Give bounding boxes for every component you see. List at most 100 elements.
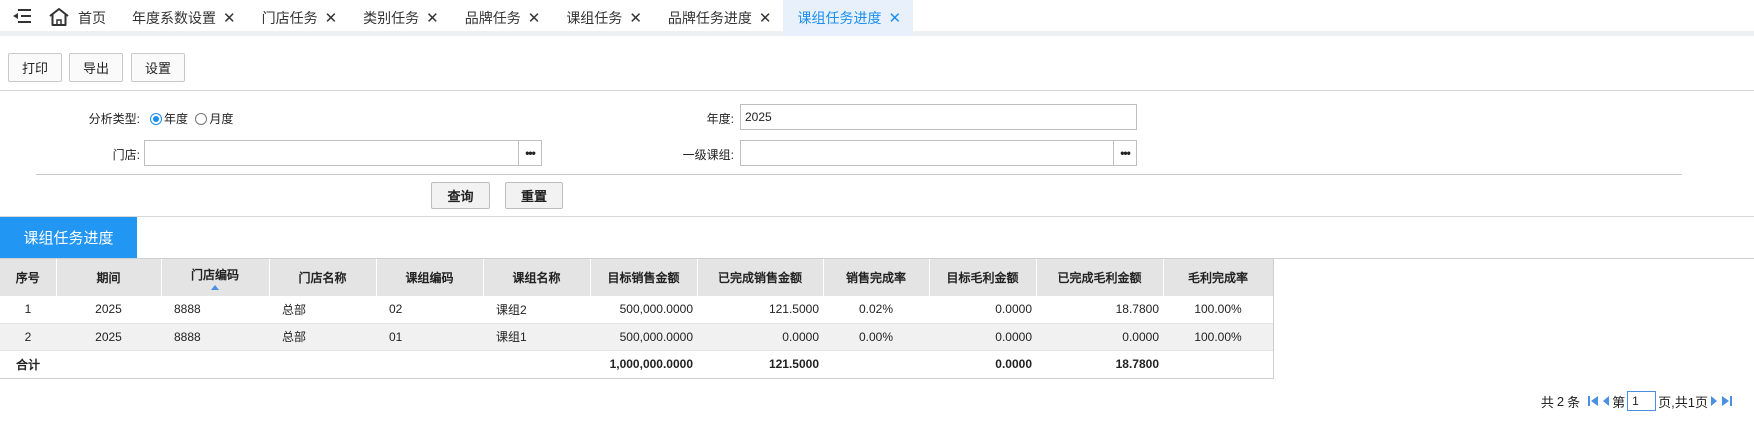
- column-header[interactable]: 已完成毛利金额: [1036, 259, 1164, 296]
- toolbar: 打印 导出 设置: [0, 41, 1754, 91]
- tab-bar: 首页 年度系数设置 ✕ 门店任务 ✕ 类别任务 ✕ 品牌任务 ✕ 课组任务 ✕ 品牌任务进…: [0, 0, 1754, 36]
- table-total-row: 合计 1,000,000.0000 121.5000 0.0000 18.780…: [0, 350, 1273, 379]
- tab-category-task[interactable]: 类别任务 ✕: [349, 0, 451, 36]
- year-field[interactable]: 2025: [740, 104, 1137, 130]
- cell-done-profit: 18.7800: [1036, 296, 1163, 324]
- cell-period: 2025: [56, 323, 161, 351]
- tab-group-task[interactable]: 课组任务 ✕: [552, 0, 654, 36]
- column-header[interactable]: 目标销售金额: [590, 259, 698, 296]
- reset-button[interactable]: 重置: [505, 182, 563, 209]
- cell-target-sales: 500,000.0000: [590, 296, 697, 324]
- cell-group-code: 01: [376, 323, 483, 351]
- column-header[interactable]: 期间: [56, 259, 162, 296]
- grid-right-border: [1273, 259, 1274, 379]
- column-header[interactable]: 已完成销售金额: [697, 259, 824, 296]
- radio-month[interactable]: [195, 113, 208, 125]
- table-header-row: 序号 期间 门店编码 门店名称 课组编码 课组名称 目标销售金额 已完成销售金额…: [0, 259, 1274, 296]
- column-header-sorted[interactable]: 门店编码: [161, 259, 270, 296]
- pagination: 共 2 条 第 1 页,共1页: [1541, 390, 1734, 412]
- group-picker-button[interactable]: •••: [1113, 140, 1137, 166]
- settings-button[interactable]: 设置: [131, 53, 185, 82]
- page-number-input[interactable]: 1: [1627, 391, 1657, 411]
- cell-store-code: 8888: [161, 296, 269, 324]
- sort-ascending-icon: [211, 284, 219, 290]
- close-icon[interactable]: ✕: [888, 9, 901, 27]
- store-picker-button[interactable]: •••: [518, 140, 542, 166]
- close-icon[interactable]: ✕: [426, 9, 439, 27]
- cell-period: 2025: [56, 296, 161, 324]
- cell-index: 2: [0, 323, 56, 351]
- next-page-icon[interactable]: [1709, 395, 1719, 407]
- column-header[interactable]: 目标毛利金额: [929, 259, 1037, 296]
- home-icon: [48, 7, 70, 30]
- prev-page-icon[interactable]: [1601, 395, 1611, 407]
- tab-group-task-progress[interactable]: 课组任务进度 ✕: [783, 0, 914, 36]
- print-button[interactable]: 打印: [8, 53, 62, 82]
- table-row[interactable]: 1 2025 8888 总部 02 课组2 500,000.0000 121.5…: [0, 296, 1273, 324]
- export-button[interactable]: 导出: [69, 53, 123, 82]
- tab-label: 品牌任务: [464, 10, 521, 26]
- total-done-sales: 121.5000: [697, 350, 823, 379]
- page-suffix: 页,共1页: [1658, 394, 1708, 410]
- radio-year[interactable]: [150, 113, 162, 125]
- total-target-sales: 1,000,000.0000: [590, 350, 697, 379]
- cell-group-name: 课组2: [483, 296, 590, 324]
- total-target-profit: 0.0000: [929, 350, 1036, 379]
- column-header-label: 门店编码: [190, 267, 239, 282]
- tab-brand-task[interactable]: 品牌任务 ✕: [451, 0, 553, 36]
- first-page-icon[interactable]: [1587, 395, 1599, 407]
- group-field[interactable]: [740, 140, 1115, 166]
- tab-brand-task-progress[interactable]: 品牌任务进度 ✕: [654, 0, 784, 36]
- total-label: 合计: [0, 350, 161, 379]
- table-row[interactable]: 2 2025 8888 总部 01 课组1 500,000.0000 0.000…: [0, 323, 1273, 351]
- last-page-icon[interactable]: [1721, 395, 1733, 407]
- store-field[interactable]: [144, 140, 519, 166]
- analysis-type-group: 年度 月度: [150, 110, 233, 127]
- close-icon[interactable]: ✕: [629, 9, 642, 27]
- column-header[interactable]: 毛利完成率: [1163, 259, 1274, 296]
- total-count: 2: [1556, 393, 1565, 409]
- form-divider: [36, 174, 1682, 175]
- cell-profit-rate: 100.00%: [1163, 296, 1273, 324]
- column-header[interactable]: 销售完成率: [823, 259, 930, 296]
- tab-label: 首页: [78, 10, 106, 26]
- tab-annual-coefficient[interactable]: 年度系数设置 ✕: [118, 0, 248, 36]
- analysis-type-label: 分析类型:: [88, 112, 140, 126]
- cell-group-code: 02: [376, 296, 483, 324]
- cell-target-sales: 500,000.0000: [590, 323, 697, 351]
- cell-sales-rate: 0.02%: [823, 296, 929, 324]
- column-header[interactable]: 门店名称: [269, 259, 377, 296]
- close-icon[interactable]: ✕: [528, 9, 541, 27]
- menu-toggle-icon[interactable]: [0, 0, 44, 31]
- cell-target-profit: 0.0000: [929, 296, 1036, 324]
- section-top-line: [0, 216, 1754, 217]
- tab-store-task[interactable]: 门店任务 ✕: [248, 0, 350, 36]
- tab-label: 课组任务: [566, 10, 623, 26]
- group-label: 一级课组:: [682, 148, 734, 162]
- cell-store-code: 8888: [161, 323, 269, 351]
- store-label: 门店:: [112, 148, 140, 162]
- radio-year-label: 年度: [164, 112, 189, 126]
- page-prefix: 第: [1612, 394, 1626, 410]
- cell-profit-rate: 100.00%: [1163, 323, 1273, 351]
- tab-home[interactable]: 首页: [44, 0, 118, 36]
- cell-done-sales: 0.0000: [697, 323, 823, 351]
- tab-label: 门店任务: [261, 10, 318, 26]
- query-button[interactable]: 查询: [431, 182, 490, 209]
- tab-label: 课组任务进度: [797, 10, 882, 26]
- column-header[interactable]: 序号: [0, 259, 57, 296]
- year-label: 年度:: [706, 112, 734, 126]
- column-header[interactable]: 课组名称: [483, 259, 591, 296]
- close-icon[interactable]: ✕: [325, 9, 338, 27]
- total-prefix: 共: [1540, 394, 1554, 410]
- radio-month-label: 月度: [209, 112, 234, 126]
- cell-group-name: 课组1: [483, 323, 590, 351]
- total-done-profit: 18.7800: [1036, 350, 1163, 379]
- tab-label: 品牌任务进度: [667, 10, 752, 26]
- tab-label: 类别任务: [363, 10, 420, 26]
- section-title[interactable]: 课组任务进度: [0, 217, 137, 258]
- close-icon[interactable]: ✕: [759, 9, 772, 27]
- column-header[interactable]: 课组编码: [376, 259, 484, 296]
- close-icon[interactable]: ✕: [223, 9, 236, 27]
- cell-store-name: 总部: [269, 296, 376, 324]
